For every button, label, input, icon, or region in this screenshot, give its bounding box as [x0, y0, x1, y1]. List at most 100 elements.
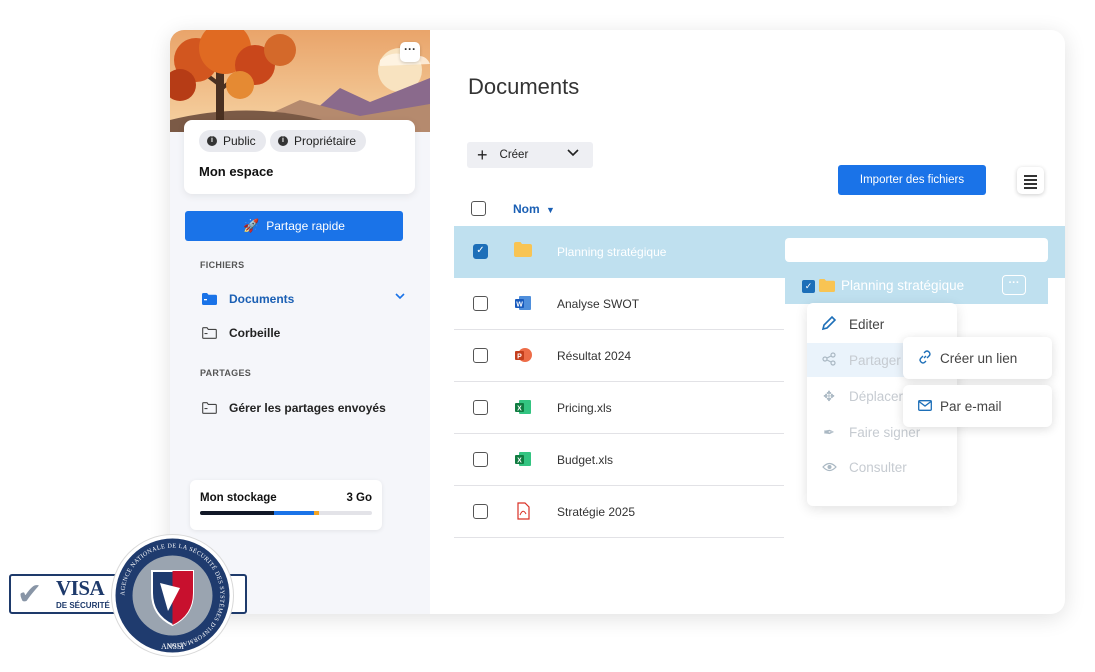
chevron-down-icon[interactable]	[395, 292, 405, 303]
pencil-icon	[820, 315, 838, 334]
rocket-icon: 🚀	[243, 218, 260, 233]
signature-pen-icon: ✒	[823, 423, 835, 440]
space-title: Mon espace	[199, 164, 274, 179]
menu-view-label: Consulter	[849, 459, 907, 475]
file-name: Résultat 2024	[557, 349, 632, 363]
submenu-item-create-link[interactable]: Créer un lien	[903, 337, 1052, 379]
row-checkbox[interactable]	[473, 452, 488, 467]
section-shares-label: PARTAGES	[200, 368, 252, 378]
file-name: Planning stratégique	[557, 245, 667, 259]
quick-share-button[interactable]: 🚀 Partage rapide	[185, 211, 403, 241]
nav-item-documents[interactable]: Documents	[202, 292, 294, 306]
menu-share-label: Partager	[849, 352, 901, 368]
folder-outline-icon	[202, 327, 217, 339]
eye-icon	[820, 459, 838, 475]
owner-chip: i Propriétaire	[270, 130, 367, 152]
folder-icon	[514, 242, 532, 260]
create-link-label: Créer un lien	[940, 350, 1018, 366]
detail-panel-header	[785, 238, 1048, 262]
powerpoint-icon: P	[514, 346, 532, 364]
file-row[interactable]: X Pricing.xls	[454, 382, 784, 434]
banner-more-button[interactable]: ···	[400, 42, 420, 62]
app-window: ··· i Public i Propriétaire Mon espace 🚀…	[170, 30, 1065, 614]
info-icon: i	[207, 136, 217, 146]
storage-segment	[200, 511, 274, 515]
nav-trash-label: Corbeille	[229, 326, 281, 340]
folder-outline-icon	[202, 402, 217, 414]
checkmark-icon: ✔	[17, 578, 43, 611]
menu-item-view[interactable]: Consulter	[807, 450, 957, 484]
nav-manage-shares-label: Gérer les partages envoyés	[229, 401, 386, 415]
list-view-button[interactable]	[1017, 167, 1044, 194]
share-icon	[820, 351, 838, 369]
column-header-name[interactable]: Nom ▼	[513, 202, 555, 216]
move-icon: ✥	[823, 387, 835, 404]
email-label: Par e-mail	[940, 398, 1002, 414]
file-name: Budget.xls	[557, 453, 614, 467]
autumn-landscape-illustration	[170, 30, 430, 132]
storage-segment	[273, 511, 314, 515]
owner-chip-label: Propriétaire	[294, 134, 357, 148]
link-icon	[918, 349, 932, 367]
storage-segment	[313, 511, 319, 515]
file-name: Analyse SWOT	[557, 297, 640, 311]
selected-item-bar: ✓ Planning stratégique ···	[785, 270, 1048, 304]
info-icon: i	[278, 136, 288, 146]
excel-icon: X	[514, 450, 532, 468]
visa-subtitle: DE SÉCURITÉ	[56, 601, 110, 610]
selected-item-name: Planning stratégique	[841, 278, 965, 293]
row-checkbox[interactable]	[473, 504, 488, 519]
more-options-button[interactable]: ···	[1002, 275, 1026, 295]
folder-icon	[202, 293, 217, 305]
visa-title: VISA	[56, 576, 105, 600]
submenu-item-email[interactable]: Par e-mail	[903, 385, 1052, 427]
chevron-down-icon	[567, 148, 579, 160]
svg-text:P: P	[517, 353, 522, 360]
select-all-checkbox[interactable]	[471, 201, 486, 216]
column-name-label: Nom	[513, 202, 540, 216]
file-name: Pricing.xls	[557, 401, 612, 415]
storage-progress-bar	[200, 511, 372, 515]
row-checkbox[interactable]	[473, 400, 488, 415]
excel-icon: X	[514, 398, 532, 416]
storage-label: Mon stockage	[200, 492, 277, 504]
svg-text:X: X	[517, 457, 522, 464]
nav-documents-label: Documents	[229, 292, 295, 306]
nav-item-trash[interactable]: Corbeille	[202, 326, 280, 340]
seal-abbr: ANSSI	[161, 642, 184, 651]
word-icon: W	[514, 294, 532, 312]
space-banner-image: ···	[170, 30, 430, 132]
row-checkbox[interactable]: ✓	[473, 244, 488, 259]
storage-card: Mon stockage 3 Go	[190, 480, 382, 530]
section-files-label: FICHIERS	[200, 260, 245, 270]
file-row[interactable]: W Analyse SWOT	[454, 278, 784, 330]
public-chip: i Public	[199, 130, 266, 152]
file-row[interactable]: Stratégie 2025	[454, 486, 784, 538]
anssi-seal-logo: AGENCE NATIONALE DE LA SÉCURITÉ DES SYST…	[111, 534, 234, 657]
pdf-icon	[514, 502, 532, 520]
menu-item-edit[interactable]: Editer	[807, 307, 957, 341]
file-row[interactable]: P Résultat 2024	[454, 330, 784, 382]
create-label: Créer	[499, 149, 529, 161]
sidebar: ··· i Public i Propriétaire Mon espace 🚀…	[170, 30, 430, 614]
file-row[interactable]: X Budget.xls	[454, 434, 784, 486]
space-card: i Public i Propriétaire Mon espace	[184, 120, 415, 194]
folder-icon	[819, 279, 835, 292]
public-chip-label: Public	[223, 134, 256, 148]
plus-icon: +	[477, 145, 488, 165]
quick-share-label: Partage rapide	[266, 219, 345, 233]
svg-text:W: W	[516, 301, 523, 308]
svg-text:X: X	[517, 405, 522, 412]
selected-checkbox[interactable]: ✓	[802, 280, 815, 293]
menu-edit-label: Editer	[849, 316, 885, 332]
import-files-button[interactable]: Importer des fichiers	[838, 165, 986, 195]
nav-item-manage-shares[interactable]: Gérer les partages envoyés	[202, 401, 386, 415]
mail-icon	[918, 399, 932, 414]
row-checkbox[interactable]	[473, 348, 488, 363]
page-title: Documents	[468, 74, 580, 99]
menu-move-label: Déplacer	[849, 388, 904, 404]
main-content: Documents + Créer Importer des fichiers …	[430, 30, 1065, 614]
row-checkbox[interactable]	[473, 296, 488, 311]
file-name: Stratégie 2025	[557, 505, 636, 519]
create-button[interactable]: + Créer	[467, 142, 593, 168]
